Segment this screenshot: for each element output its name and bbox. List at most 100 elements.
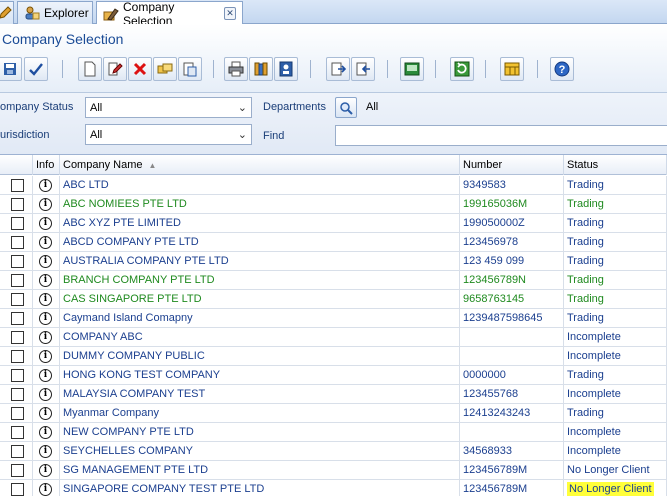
row-checkbox[interactable] (11, 254, 24, 268)
table-row[interactable]: i SINGAPORE COMPANY TEST PTE LTD 123456789… (0, 480, 667, 496)
copy-button[interactable] (153, 57, 177, 81)
info-icon[interactable]: i (39, 292, 52, 306)
screen-button[interactable] (400, 57, 424, 81)
info-icon[interactable]: i (39, 387, 52, 401)
row-checkbox[interactable] (11, 292, 24, 306)
contact-card-button[interactable] (274, 57, 298, 81)
row-checkbox[interactable] (11, 178, 24, 192)
table-row[interactable]: i BRANCH COMPANY PTE LTD 123456789N Trading (0, 271, 667, 290)
info-icon[interactable]: i (39, 463, 52, 477)
paste-button[interactable] (178, 57, 202, 81)
row-checkbox[interactable] (11, 444, 24, 458)
print-button[interactable] (224, 57, 248, 81)
company-name: SINGAPORE COMPANY TEST PTE LTD (63, 483, 265, 495)
find-input[interactable] (335, 125, 667, 146)
company-name: ABC NOMIEES PTE LTD (63, 198, 187, 210)
info-icon[interactable]: i (39, 197, 52, 211)
info-icon[interactable]: i (39, 425, 52, 439)
books-button[interactable] (249, 57, 273, 81)
close-tab-icon[interactable]: ✕ (223, 7, 236, 20)
info-icon[interactable]: i (39, 178, 52, 192)
info-icon[interactable]: i (39, 330, 52, 344)
table-row[interactable]: i Myanmar Company 12413243243 Trading (0, 404, 667, 423)
refresh-button[interactable] (450, 57, 474, 81)
company-number-cell: 199165036M (460, 195, 564, 213)
table-row[interactable]: i CAS SINGAPORE PTE LTD 9658763145 Trading (0, 290, 667, 309)
save-icon (4, 63, 16, 75)
row-checkbox[interactable] (11, 406, 24, 420)
info-icon[interactable]: i (39, 273, 52, 287)
row-select-cell (0, 347, 33, 365)
info-icon[interactable]: i (39, 406, 52, 420)
table-row[interactable]: i ABCD COMPANY PTE LTD 123456978 Trading (0, 233, 667, 252)
company-status-select[interactable]: All ⌄ (85, 97, 252, 118)
confirm-button[interactable] (24, 57, 48, 81)
tab-previous-partial[interactable] (0, 1, 14, 24)
row-checkbox[interactable] (11, 463, 24, 477)
tab-company-selection[interactable]: Company Selection ✕ (96, 0, 243, 28)
table-row[interactable]: i Caymand Island Comapny 1239487598645 Trad… (0, 309, 667, 328)
table-row[interactable]: i DUMMY COMPANY PUBLIC Incomplete (0, 347, 667, 366)
row-checkbox[interactable] (11, 349, 24, 363)
info-icon[interactable]: i (39, 349, 52, 363)
row-checkbox[interactable] (11, 330, 24, 344)
number-column-header[interactable]: Number (460, 155, 564, 175)
delete-button[interactable] (128, 57, 152, 81)
company-number: 12413243243 (463, 407, 531, 419)
row-checkbox[interactable] (11, 235, 24, 249)
company-name-column-header[interactable]: Company Name ▲ (60, 155, 460, 175)
table-row[interactable]: i MALAYSIA COMPANY TEST 123455768 Incomplet… (0, 385, 667, 404)
screen-icon (404, 62, 420, 76)
info-icon[interactable]: i (39, 368, 52, 382)
row-checkbox[interactable] (11, 273, 24, 287)
company-status-cell: Incomplete (564, 423, 667, 441)
jurisdiction-select[interactable]: All ⌄ (85, 124, 252, 145)
tab-explorer[interactable]: Explorer (17, 1, 93, 24)
table-row[interactable]: i SG MANAGEMENT PTE LTD 123456789M No Longe… (0, 461, 667, 480)
company-name-cell: DUMMY COMPANY PUBLIC (60, 347, 460, 365)
table-row[interactable]: i HONG KONG TEST COMPANY 0000000 Trading (0, 366, 667, 385)
row-checkbox[interactable] (11, 482, 24, 496)
company-number: 1239487598645 (463, 312, 543, 324)
row-checkbox[interactable] (11, 197, 24, 211)
info-icon[interactable]: i (39, 254, 52, 268)
new-button[interactable] (78, 57, 102, 81)
info-icon[interactable]: i (39, 311, 52, 325)
info-icon[interactable]: i (39, 235, 52, 249)
company-name: COMPANY ABC (63, 331, 143, 343)
table-row[interactable]: i ABC NOMIEES PTE LTD 199165036M Trading (0, 195, 667, 214)
import-button[interactable] (351, 57, 375, 81)
row-checkbox[interactable] (11, 311, 24, 325)
row-checkbox[interactable] (11, 216, 24, 230)
grid-layout-button[interactable] (500, 57, 524, 81)
company-name-cell: ABC LTD (60, 176, 460, 194)
table-row[interactable]: i COMPANY ABC Incomplete (0, 328, 667, 347)
row-info-cell: i (33, 347, 60, 365)
info-icon[interactable]: i (39, 482, 52, 496)
table-row[interactable]: i ABC XYZ PTE LIMITED 199050000Z Trading (0, 214, 667, 233)
select-column-header[interactable] (0, 155, 33, 175)
table-row[interactable]: i AUSTRALIA COMPANY PTE LTD 123 459 099 Tra… (0, 252, 667, 271)
row-checkbox[interactable] (11, 425, 24, 439)
row-select-cell (0, 423, 33, 441)
departments-picker-button[interactable] (335, 97, 357, 118)
row-select-cell (0, 233, 33, 251)
row-select-cell (0, 290, 33, 308)
info-icon[interactable]: i (39, 216, 52, 230)
row-checkbox[interactable] (11, 368, 24, 382)
toolbar-separator (435, 60, 436, 78)
info-column-header[interactable]: Info (33, 155, 60, 175)
edit-button[interactable] (103, 57, 127, 81)
row-checkbox[interactable] (11, 387, 24, 401)
company-name-cell: CAS SINGAPORE PTE LTD (60, 290, 460, 308)
status-column-header[interactable]: Status (564, 155, 667, 175)
help-button[interactable]: ? (550, 57, 574, 81)
company-name-cell: SINGAPORE COMPANY TEST PTE LTD (60, 480, 460, 496)
table-row[interactable]: i ABC LTD 9349583 Trading (0, 176, 667, 195)
table-row[interactable]: i NEW COMPANY PTE LTD Incomplete (0, 423, 667, 442)
export-button[interactable] (326, 57, 350, 81)
table-row[interactable]: i SEYCHELLES COMPANY 34568933 Incomplete (0, 442, 667, 461)
company-number-cell: 1239487598645 (460, 309, 564, 327)
info-icon[interactable]: i (39, 444, 52, 458)
save-button[interactable] (0, 57, 22, 81)
